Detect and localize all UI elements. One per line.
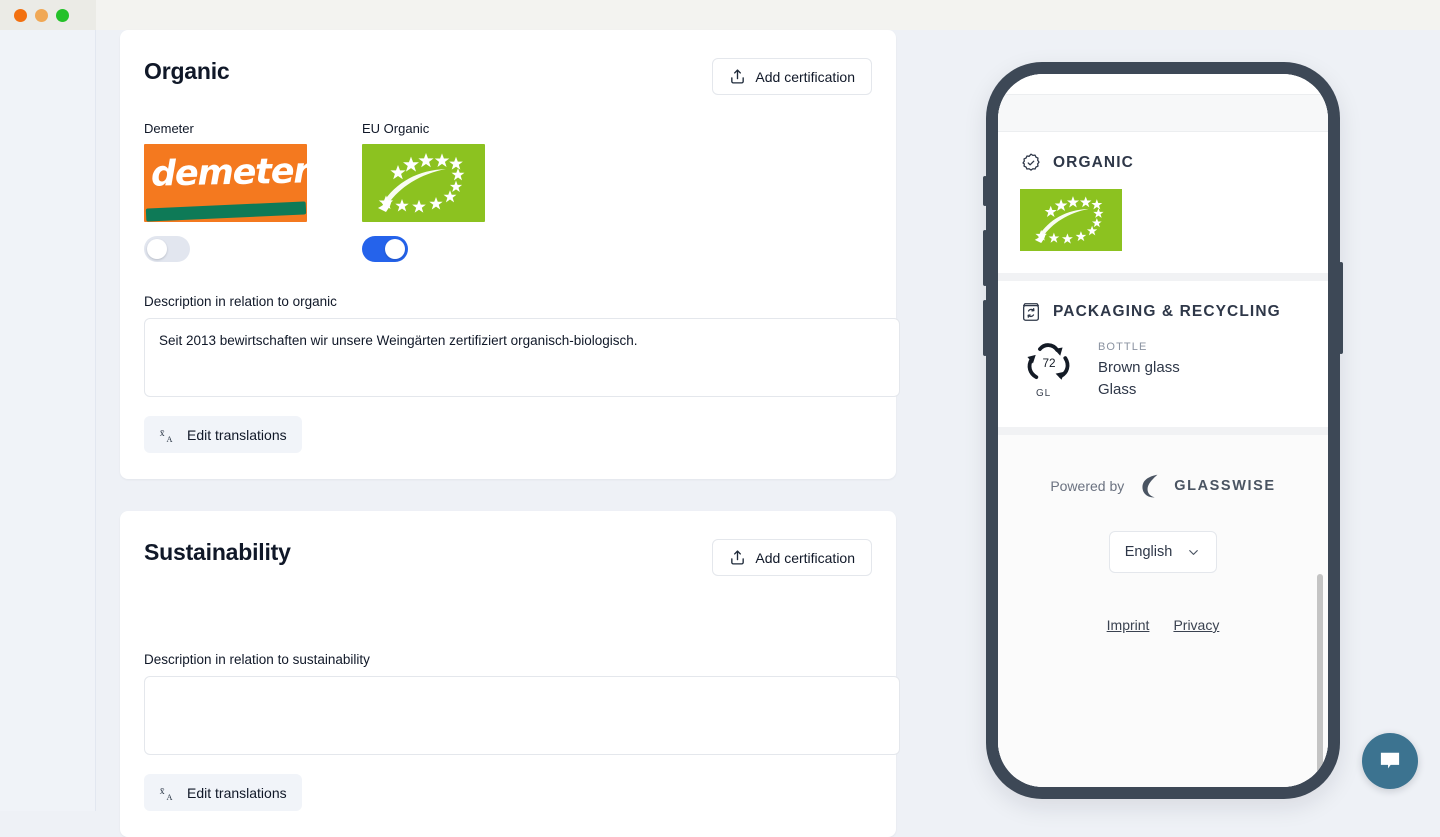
organic-description-field: Description in relation to organic x̄ A …: [144, 294, 900, 453]
page-title-organic: Organic: [144, 58, 230, 84]
upload-icon: [729, 68, 746, 85]
organic-description-label: Description in relation to organic: [144, 294, 337, 309]
upload-icon: [729, 549, 746, 566]
svg-text:A: A: [167, 792, 173, 801]
edit-translations-label-organic: Edit translations: [187, 426, 287, 443]
language-select-value: English: [1124, 544, 1173, 560]
preview-content: ORGANIC PACKAGING & RECYCLING 72 GL BOTT…: [998, 74, 1328, 787]
certification-name-demeter: Demeter: [144, 121, 194, 136]
privacy-link[interactable]: Privacy: [1173, 617, 1219, 633]
preview-powered-by: Powered by GLASSWISE: [1050, 471, 1275, 501]
certification-name-eu-organic: EU Organic: [362, 121, 430, 136]
phone-power-button: [1339, 262, 1343, 354]
add-certification-button-organic[interactable]: Add certification: [712, 58, 872, 95]
imprint-link[interactable]: Imprint: [1107, 617, 1150, 633]
preview-packaging-item: 72 GL BOTTLE Brown glass Glass: [1020, 338, 1306, 405]
phone-silence-switch: [983, 176, 987, 206]
preview-brand-name: GLASSWISE: [1174, 478, 1276, 494]
preview-packaging-line2: Glass: [1098, 380, 1137, 398]
preview-footer-links: Imprint Privacy: [1107, 617, 1220, 633]
sustainability-empty-certification-list: [144, 576, 872, 620]
add-certification-label-sustainability: Add certification: [755, 549, 855, 566]
preview-packaging-header: PACKAGING & RECYCLING: [1020, 301, 1306, 323]
preview-powered-by-label: Powered by: [1050, 478, 1125, 494]
certificate-badge-icon: [1020, 152, 1042, 174]
demeter-logo: demeter: [144, 144, 307, 222]
chat-bubble-icon: [1377, 748, 1403, 774]
page-title-sustainability: Sustainability: [144, 539, 291, 565]
svg-text:A: A: [167, 434, 173, 443]
svg-text:72: 72: [1042, 357, 1055, 370]
phone-frame: ORGANIC PACKAGING & RECYCLING 72 GL BOTT…: [983, 62, 1343, 799]
preview-band: [998, 94, 1328, 132]
phone-screen: ORGANIC PACKAGING & RECYCLING 72 GL BOTT…: [998, 74, 1328, 787]
certification-item-eu-organic: EU Organic: [362, 121, 525, 262]
mobile-preview-panel: ORGANIC PACKAGING & RECYCLING 72 GL BOTT…: [920, 30, 1440, 811]
window-maximize-button[interactable]: [56, 8, 69, 22]
sustainability-card: Sustainability Add certification Descrip…: [120, 511, 900, 837]
glasswise-crescent-icon: [1134, 471, 1164, 501]
recycle-bin-icon: [1020, 301, 1042, 323]
preview-footer: Powered by GLASSWISE English Imprint Pri…: [998, 435, 1328, 787]
phone-volume-down-button: [983, 300, 987, 356]
preview-organic-header: ORGANIC: [1020, 152, 1306, 174]
sustainability-description-label: Description in relation to sustainabilit…: [144, 652, 370, 667]
certification-toggle-demeter[interactable]: [144, 236, 190, 262]
organic-certification-list: Demeter demeter EU Organic: [144, 121, 872, 262]
svg-text:x̄: x̄: [160, 427, 165, 438]
svg-text:GL: GL: [1036, 388, 1051, 399]
add-certification-button-sustainability[interactable]: Add certification: [712, 539, 872, 576]
add-certification-label-organic: Add certification: [755, 68, 855, 85]
preview-packaging-section: PACKAGING & RECYCLING 72 GL BOTTLE Brown…: [998, 281, 1328, 435]
eu-organic-logo: [362, 144, 485, 222]
titlebar-filler: [96, 0, 1440, 30]
window-minimize-button[interactable]: [35, 8, 48, 22]
edit-translations-label-sustainability: Edit translations: [187, 784, 287, 801]
certification-toggle-eu-organic[interactable]: [362, 236, 408, 262]
sustainability-card-header: Sustainability Add certification: [144, 539, 872, 576]
preview-scrollbar[interactable]: [1317, 574, 1323, 780]
preview-packaging-line1: Brown glass: [1098, 359, 1180, 376]
phone-volume-up-button: [983, 230, 987, 286]
preview-packaging-text: BOTTLE Brown glass Glass: [1098, 338, 1180, 401]
edit-translations-button-organic[interactable]: x̄ A Edit translations: [144, 416, 302, 453]
edit-translations-button-sustainability[interactable]: x̄ A Edit translations: [144, 774, 302, 811]
sidebar-gutter: [0, 30, 96, 811]
chat-support-button[interactable]: [1362, 733, 1418, 789]
preview-packaging-title: PACKAGING & RECYCLING: [1053, 303, 1281, 320]
translate-icon: x̄ A: [159, 426, 177, 444]
sustainability-description-input[interactable]: [144, 676, 900, 755]
sustainability-description-field: Description in relation to sustainabilit…: [144, 652, 900, 811]
certification-item-demeter: Demeter demeter: [144, 121, 307, 262]
organic-card-header: Organic Add certification: [144, 58, 872, 95]
window-close-button[interactable]: [14, 8, 27, 22]
svg-text:x̄: x̄: [160, 785, 165, 796]
language-select[interactable]: English: [1109, 531, 1217, 573]
translate-icon: x̄ A: [159, 784, 177, 802]
preview-organic-title: ORGANIC: [1053, 154, 1134, 171]
chevron-down-icon: [1186, 545, 1201, 560]
organic-card: Organic Add certification Demeter demete…: [120, 30, 900, 479]
recycling-symbol: 72 GL: [1020, 338, 1078, 405]
page-body: Organic Add certification Demeter demete…: [0, 30, 1440, 837]
preview-top-spacer: [998, 74, 1328, 94]
editor-column: Organic Add certification Demeter demete…: [96, 30, 920, 837]
organic-description-input[interactable]: [144, 318, 900, 397]
preview-organic-section: ORGANIC: [998, 132, 1328, 281]
preview-packaging-kicker: BOTTLE: [1098, 341, 1148, 353]
preview-eu-organic-logo: [1020, 189, 1122, 251]
